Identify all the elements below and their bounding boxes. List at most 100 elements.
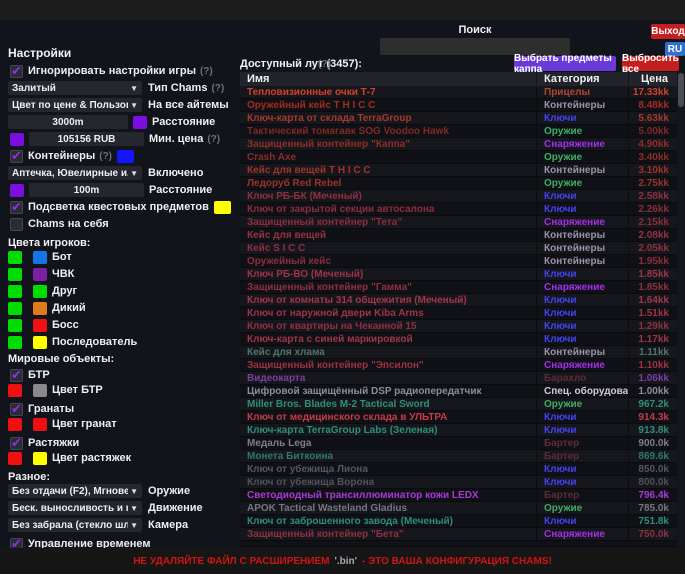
containers-distance-color-swatch[interactable] <box>10 184 24 197</box>
player-color-swatch-1[interactable] <box>8 268 22 281</box>
player-color-swatch-1[interactable] <box>8 336 22 349</box>
help-icon[interactable]: (?) <box>99 151 112 162</box>
table-row[interactable]: Тепловизионные очки Т-7Прицелы17.33kk <box>240 86 677 99</box>
grenades-checkbox[interactable] <box>10 403 23 416</box>
tripwire-color-swatch-2[interactable] <box>33 452 47 465</box>
table-row[interactable]: Защищенный контейнер "Каппа"Снаряжение4.… <box>240 138 677 151</box>
table-row[interactable]: Ключ РБ-БК (Меченый)Ключи2.58kk <box>240 190 677 203</box>
table-row[interactable]: Ключ от убежища ВоронаКлючи800.0k <box>240 476 677 489</box>
table-row[interactable]: Miller Bros. Blades M-2 Tactical SwordОр… <box>240 398 677 411</box>
table-row[interactable]: Ключ от квартиры на Чеканной 15Ключи1.29… <box>240 320 677 333</box>
column-header-name[interactable]: Имя <box>240 73 536 85</box>
player-color-swatch-1[interactable] <box>8 251 22 264</box>
table-scrollbar[interactable] <box>678 72 684 547</box>
item-name: Защищенный контейнер "Бета" <box>240 529 536 540</box>
player-color-label: Друг <box>52 285 77 297</box>
player-color-swatch-1[interactable] <box>8 319 22 332</box>
table-row[interactable]: Ключ РБ-ВО (Меченый)Ключи1.85kk <box>240 268 677 281</box>
min-price-input[interactable]: 105156 RUB <box>29 132 144 146</box>
player-color-swatch-1[interactable] <box>8 285 22 298</box>
table-row[interactable]: Кейс для вещей T H I C CКонтейнеры3.10kk <box>240 164 677 177</box>
player-color-swatch-2[interactable] <box>33 285 47 298</box>
select-kappa-items-button[interactable]: Выбрать предметы каппа <box>514 56 616 71</box>
containers-checkbox[interactable] <box>10 150 23 163</box>
table-row[interactable]: Ключ от медицинского склада в УЛЬТРАКлюч… <box>240 411 677 424</box>
weapon-dropdown[interactable]: Без отдачи (F2), Мгновенное п ▼ <box>8 484 142 498</box>
table-row[interactable]: Ключ от наружной двери Kiba ArmsКлючи1.5… <box>240 307 677 320</box>
table-row[interactable]: Ключ от комнаты 314 общежития (Меченый)К… <box>240 294 677 307</box>
movement-dropdown[interactable]: Беск. выносливость и нет уста ▼ <box>8 501 142 515</box>
quest-highlight-checkbox[interactable] <box>10 201 23 214</box>
table-row[interactable]: APOK Tactical Wasteland GladiusОружие785… <box>240 502 677 515</box>
item-price: 2.75kk <box>628 178 677 189</box>
table-row[interactable]: Защищенный контейнер "Бета"Снаряжение750… <box>240 528 677 541</box>
containers-label: Контейнеры <box>28 150 95 162</box>
table-row[interactable]: Тактический томагавк SOG Voodoo HawkОруж… <box>240 125 677 138</box>
camera-value: Без забрала (стекло шлема) <box>12 520 128 531</box>
help-icon[interactable]: (?) <box>211 83 224 94</box>
chams-type-dropdown[interactable]: Залитый ▼ <box>8 81 142 95</box>
table-row[interactable]: Оружейный кейсКонтейнеры1.95kk <box>240 255 677 268</box>
quest-highlight-color-swatch[interactable] <box>214 201 231 214</box>
grenade-color-swatch-1[interactable] <box>8 418 22 431</box>
player-color-swatch-1[interactable] <box>8 302 22 315</box>
chams-self-checkbox[interactable] <box>10 218 23 231</box>
table-row[interactable]: Ключ-карта TerraGroup Labs (Зеленая)Ключ… <box>240 424 677 437</box>
table-row[interactable]: Оружейный кейс T H I C CКонтейнеры8.48kk <box>240 99 677 112</box>
containers-distance-input[interactable]: 100m <box>29 183 144 197</box>
btr-color-swatch-2[interactable] <box>33 384 47 397</box>
exit-button[interactable]: Выход <box>651 24 685 39</box>
table-row[interactable]: Ключ-карта от склада TerraGroupКлючи5.63… <box>240 112 677 125</box>
distance-color-swatch[interactable] <box>133 116 147 129</box>
camera-dropdown[interactable]: Без забрала (стекло шлема) ▼ <box>8 518 142 532</box>
ignore-game-settings-checkbox[interactable] <box>10 65 23 78</box>
quest-highlight-label: Подсветка квестовых предметов <box>28 201 209 213</box>
player-color-swatch-2[interactable] <box>33 251 47 264</box>
item-name: Монета Биткоина <box>240 451 536 462</box>
item-price: 2.08kk <box>628 230 677 241</box>
player-color-swatch-2[interactable] <box>33 268 47 281</box>
column-header-price[interactable]: Цена <box>628 73 677 85</box>
table-row[interactable]: Медаль LegaБартер900.0k <box>240 437 677 450</box>
grenade-color-swatch-2[interactable] <box>33 418 47 431</box>
tripwire-color-swatch-1[interactable] <box>8 452 22 465</box>
table-row[interactable]: Ключ от закрытой секции автосалонаКлючи2… <box>240 203 677 216</box>
table-row[interactable]: Светодиодный трансиллюминатор кожи LEDXБ… <box>240 489 677 502</box>
scrollbar-thumb[interactable] <box>678 73 684 107</box>
table-row[interactable]: Защищенный контейнер "Тета"Снаряжение2.1… <box>240 216 677 229</box>
help-icon[interactable]: (?) <box>318 59 331 70</box>
tripwire-color-row: Цвет растяжек <box>8 451 131 465</box>
min-price-color-swatch[interactable] <box>10 133 24 146</box>
discard-all-button[interactable]: Выбросить все <box>622 56 679 71</box>
tripwires-checkbox[interactable] <box>10 437 23 450</box>
containers-color-swatch[interactable] <box>117 150 134 163</box>
distance-input[interactable]: 3000m <box>8 115 128 129</box>
btr-color-swatch-1[interactable] <box>8 384 22 397</box>
table-row[interactable]: Кейс для вещейКонтейнеры2.08kk <box>240 229 677 242</box>
table-row[interactable]: Ключ-карта с синей маркировкойКлючи1.17k… <box>240 333 677 346</box>
table-row[interactable]: Ключ от убежища ЛионаКлючи850.0k <box>240 463 677 476</box>
help-icon[interactable]: (?) <box>207 134 220 145</box>
table-row[interactable]: Защищенный контейнер "Гамма"Снаряжение1.… <box>240 281 677 294</box>
table-row[interactable]: Цифровой защищённый DSP радиопередатчикС… <box>240 385 677 398</box>
table-row[interactable]: Crash AxeОружие3.40kk <box>240 151 677 164</box>
player-color-swatch-2[interactable] <box>33 336 47 349</box>
table-row[interactable]: Кейс для хламаКонтейнеры1.11kk <box>240 346 677 359</box>
table-row[interactable]: ВидеокартаБарахло1.06kk <box>240 372 677 385</box>
footer-warning-suffix: - ЭТО ВАША КОНФИГУРАЦИЯ CHAMS! <box>362 556 552 567</box>
table-row[interactable]: Ледоруб Red RebelОружие2.75kk <box>240 177 677 190</box>
item-name: Цифровой защищённый DSP радиопередатчик <box>240 386 536 397</box>
help-icon[interactable]: (?) <box>200 66 213 77</box>
table-row[interactable]: Защищенный контейнер "Эпсилон"Снаряжение… <box>240 359 677 372</box>
table-row[interactable]: Кейс S I C CКонтейнеры2.05kk <box>240 242 677 255</box>
containers-filter-dropdown[interactable]: Аптечка, Ювелирные и... ▼ <box>8 166 142 180</box>
all-items-dropdown[interactable]: Цвет по цене & Пользователь ▼ <box>8 98 142 112</box>
column-header-category[interactable]: Категория <box>536 73 628 85</box>
player-color-swatch-2[interactable] <box>33 302 47 315</box>
player-color-swatch-2[interactable] <box>33 319 47 332</box>
table-row[interactable]: Ключ от заброшенного завода (Меченый)Клю… <box>240 515 677 528</box>
table-row[interactable]: Монета БиткоинаБартер869.6k <box>240 450 677 463</box>
item-price: 1.06kk <box>628 373 677 384</box>
btr-checkbox[interactable] <box>10 369 23 382</box>
item-category: Ключи <box>536 321 628 332</box>
